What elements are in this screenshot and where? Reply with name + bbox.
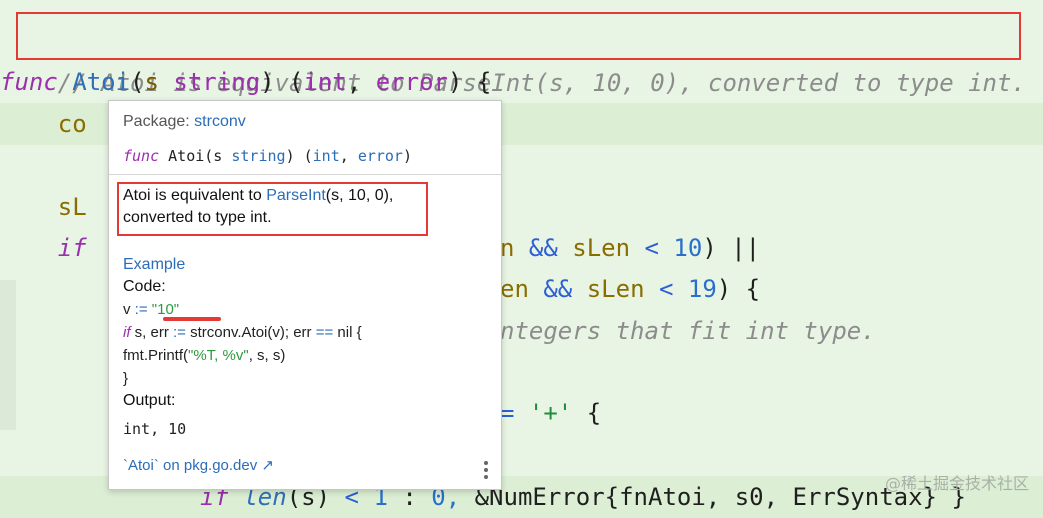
annotation-box-comment (16, 12, 1021, 60)
sig-punct: , (339, 147, 358, 165)
code-operator: := (173, 324, 186, 341)
code-label: Code: (123, 278, 166, 295)
code-text: , s, s) (248, 347, 286, 364)
keyword-if: if (57, 234, 87, 262)
keyword-func: func (0, 68, 58, 96)
example-code-line-3: fmt.Printf("%T, %v", s, s) (123, 347, 285, 364)
param-type: string (173, 68, 261, 96)
quick-documentation-popup[interactable]: Package: strconv func Atoi(s string) (in… (108, 100, 502, 490)
example-code-line-4: } (123, 370, 129, 387)
code-fragment: ) { (716, 275, 761, 303)
sig-keyword-func: func (123, 147, 160, 165)
output-label: Output: (123, 392, 176, 409)
sig-type-error[interactable]: error (358, 147, 403, 165)
code-fragment: &NumError{fnAtoi, s0, ErrSyntax} (474, 483, 937, 511)
param-name: s (144, 68, 159, 96)
identifier: sLen (572, 234, 631, 262)
sig-punct: ) ( (285, 147, 313, 165)
watermark: @稀土掘金技术社区 (884, 474, 1029, 493)
package-line: Package: strconv (123, 113, 246, 131)
return-type-error: error (375, 68, 448, 96)
code-string: "10" (151, 301, 180, 318)
code-fragment: en (500, 275, 529, 303)
code-line-func-signature: func Atoi(s string) (int, error) { (0, 68, 492, 96)
code-text: strconv.Atoi(v); err (185, 324, 316, 341)
annotation-box-doc (117, 182, 428, 236)
code-fragment: co (57, 110, 87, 138)
return-type-int: int (303, 68, 347, 96)
number-literal: 19 (687, 275, 717, 303)
operator: = (500, 399, 515, 427)
code-operator: == (315, 324, 334, 341)
function-signature: func Atoi(s string) (int, error) (123, 147, 412, 165)
code-text: s, err (130, 324, 174, 341)
number-literal: 10 (673, 234, 703, 262)
package-link[interactable]: strconv (194, 113, 246, 130)
sig-type-string[interactable]: string (231, 147, 285, 165)
operator: && (543, 275, 573, 303)
code-string: "%T, %v" (188, 347, 249, 364)
code-keyword: if (123, 324, 131, 341)
sig-function-name: Atoi(s (168, 147, 223, 165)
annotation-underline (163, 317, 221, 321)
code-text: v (123, 301, 135, 318)
example-heading[interactable]: Example (123, 256, 185, 274)
example-code-line-2: if s, err := strconv.Atoi(v); err == nil… (123, 324, 362, 341)
code-fragment: { (586, 399, 602, 427)
code-fragment: n (500, 234, 515, 262)
function-name[interactable]: Atoi (72, 68, 130, 96)
code-text: nil { (333, 324, 362, 341)
example-code-line-1: v := "10" (123, 301, 179, 318)
sig-type-int[interactable]: int (313, 147, 340, 165)
code-fragment: ) || (702, 234, 761, 262)
operator: < (644, 234, 659, 262)
package-label: Package: (123, 113, 190, 130)
output-value: int, 10 (123, 420, 187, 438)
operator: < (658, 275, 674, 303)
comment-text: ntegers that fit int type. (500, 317, 876, 345)
string-literal: '+' (528, 399, 573, 427)
code-operator: := (134, 301, 148, 318)
identifier: sLen (586, 275, 645, 303)
sig-punct: ) (402, 147, 412, 165)
code-fragment: sL (57, 193, 87, 221)
more-options-icon[interactable] (483, 461, 489, 479)
divider (109, 174, 501, 175)
code-text: fmt.Printf( (123, 347, 189, 364)
operator: && (528, 234, 558, 262)
pkg-go-dev-link[interactable]: `Atoi` on pkg.go.dev ↗ (123, 456, 274, 474)
